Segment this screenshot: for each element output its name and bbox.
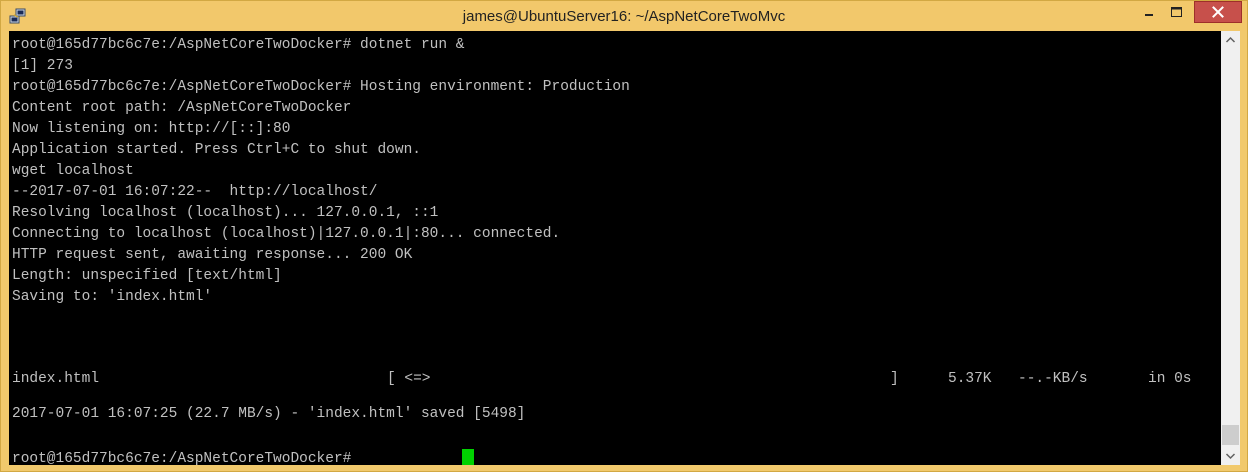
- terminal-line: Resolving localhost (localhost)... 127.0…: [12, 205, 439, 221]
- progress-eta: in 0s: [1148, 371, 1192, 387]
- maximize-icon[interactable]: [1162, 2, 1190, 23]
- close-button[interactable]: [1194, 1, 1242, 23]
- vertical-scrollbar[interactable]: [1221, 31, 1240, 465]
- terminal-line: 2017-07-01 16:07:25 (22.7 MB/s) - 'index…: [12, 406, 526, 422]
- terminal-line: --2017-07-01 16:07:22-- http://localhost…: [12, 184, 378, 200]
- progress-bar-end: ]: [890, 371, 899, 387]
- scroll-up-arrow-icon[interactable]: [1221, 31, 1240, 50]
- terminal-cursor: [462, 449, 474, 465]
- minimize-icon[interactable]: [1136, 2, 1162, 23]
- terminal-line: Now listening on: http://[::]:80: [12, 121, 291, 137]
- terminal-line: Saving to: 'index.html': [12, 289, 213, 305]
- terminal-line: [1] 273: [12, 58, 73, 74]
- terminal-line: root@165d77bc6c7e:/AspNetCoreTwoDocker# …: [12, 37, 465, 53]
- terminal-line: wget localhost: [12, 163, 134, 179]
- putty-icon[interactable]: [9, 7, 27, 25]
- scroll-down-arrow-icon[interactable]: [1221, 446, 1240, 465]
- title-bar[interactable]: james@UbuntuServer16: ~/AspNetCoreTwoMvc: [1, 1, 1247, 31]
- window-title: james@UbuntuServer16: ~/AspNetCoreTwoMvc: [462, 8, 786, 25]
- terminal-line: Application started. Press Ctrl+C to shu…: [12, 142, 421, 158]
- terminal-screen[interactable]: root@165d77bc6c7e:/AspNetCoreTwoDocker# …: [9, 31, 1221, 465]
- close-icon: [1212, 6, 1224, 18]
- scrollbar-thumb[interactable]: [1222, 425, 1239, 445]
- terminal-window: james@UbuntuServer16: ~/AspNetCoreTwoMvc…: [0, 0, 1248, 472]
- terminal-line: Length: unspecified [text/html]: [12, 268, 282, 284]
- terminal-line: root@165d77bc6c7e:/AspNetCoreTwoDocker# …: [12, 79, 630, 95]
- terminal-line: HTTP request sent, awaiting response... …: [12, 247, 413, 263]
- progress-bar: [ <=>: [387, 371, 431, 387]
- terminal-prompt: root@165d77bc6c7e:/AspNetCoreTwoDocker#: [12, 451, 361, 465]
- terminal-client-area: root@165d77bc6c7e:/AspNetCoreTwoDocker# …: [9, 31, 1240, 465]
- terminal-line: Content root path: /AspNetCoreTwoDocker: [12, 100, 352, 116]
- terminal-line: Connecting to localhost (localhost)|127.…: [12, 226, 561, 242]
- progress-size: 5.37K: [948, 371, 992, 387]
- progress-filename: index.html: [12, 371, 100, 387]
- progress-speed: --.-KB/s: [1018, 371, 1088, 387]
